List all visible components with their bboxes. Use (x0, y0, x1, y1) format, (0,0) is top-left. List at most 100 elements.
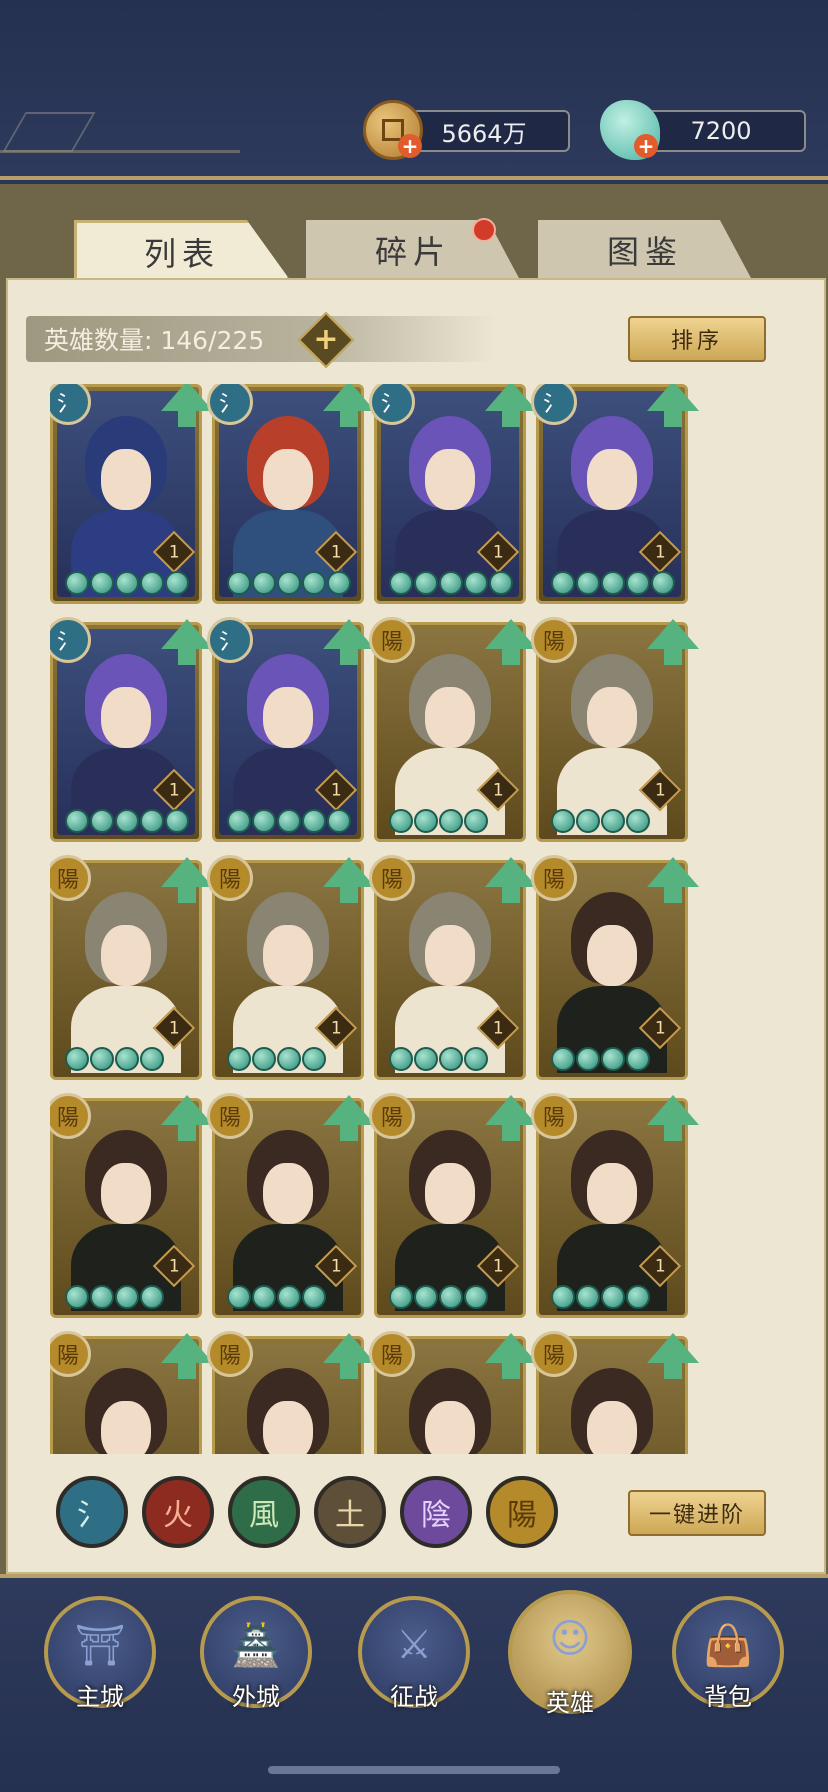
star-rating (551, 1285, 650, 1309)
hero-card[interactable]: 陽1 (369, 855, 537, 1080)
element-badge-icon: 陽 (369, 1331, 415, 1377)
nav-battle[interactable]: ⚔ 征战 (358, 1596, 470, 1711)
star-gem-icon (65, 1047, 89, 1071)
element-filter-row: 氵火風土陰陽 (56, 1476, 596, 1552)
element-filter-wind[interactable]: 風 (228, 1476, 300, 1548)
hero-card[interactable]: 氵1 (369, 384, 537, 604)
hero-card[interactable]: 氵1 (207, 617, 375, 842)
hero-card[interactable]: 陽1 (50, 855, 213, 1080)
star-gem-icon (65, 571, 89, 595)
star-gem-icon (165, 571, 189, 595)
star-gem-icon (601, 1047, 625, 1071)
upgrade-arrow-icon (485, 619, 537, 665)
star-gem-icon (277, 1285, 301, 1309)
star-gem-icon (115, 809, 139, 833)
hero-card[interactable]: 氵1 (50, 384, 213, 604)
star-gem-icon (489, 571, 513, 595)
hero-card[interactable]: 陽1 (207, 855, 375, 1080)
hero-card[interactable]: 陽1 (531, 1093, 699, 1318)
element-filter-yang[interactable]: 陽 (486, 1476, 558, 1548)
hero-face (587, 686, 637, 749)
upgrade-arrow-icon (485, 384, 537, 427)
add-coins-button[interactable]: + (398, 134, 422, 158)
nav-city-gate[interactable]: 🏯 外城 (200, 1596, 312, 1711)
star-rating (389, 809, 488, 833)
hero-card[interactable]: 氵1 (207, 384, 375, 604)
nav-label: 征战 (390, 1683, 438, 1711)
hero-card[interactable]: 陽1 (50, 1093, 213, 1318)
star-rating (551, 571, 675, 595)
star-gem-icon (252, 1285, 276, 1309)
star-gem-icon (439, 809, 463, 833)
hero-card[interactable]: 陽1 (369, 1093, 537, 1318)
hero-card[interactable]: 陽1 (531, 617, 699, 842)
star-gem-icon (389, 571, 413, 595)
star-gem-icon (464, 1047, 488, 1071)
upgrade-arrow-icon (323, 384, 375, 427)
hero-card[interactable]: 陽 (50, 1331, 213, 1454)
star-gem-icon (439, 1285, 463, 1309)
plus-icon: + (313, 322, 339, 357)
star-gem-icon (576, 1285, 600, 1309)
hero-card[interactable]: 陽 (531, 1331, 699, 1454)
element-filter-water[interactable]: 氵 (56, 1476, 128, 1548)
star-gem-icon (277, 571, 301, 595)
element-badge-icon: 陽 (531, 1093, 577, 1139)
home-indicator (268, 1766, 560, 1774)
hero-face (587, 448, 637, 511)
hero-card[interactable]: 陽 (369, 1331, 537, 1454)
star-gem-icon (414, 809, 438, 833)
one-click-advance-button[interactable]: 一键进阶 (628, 1490, 766, 1536)
element-filter-yin[interactable]: 陰 (400, 1476, 472, 1548)
star-gem-icon (252, 1047, 276, 1071)
star-rating (389, 571, 513, 595)
hero-face (101, 1400, 151, 1454)
star-rating (389, 1285, 488, 1309)
star-gem-icon (551, 1285, 575, 1309)
nav-label: 背包 (704, 1683, 752, 1711)
star-gem-icon (551, 809, 575, 833)
star-rating (227, 809, 351, 833)
star-gem-icon (414, 1047, 438, 1071)
upgrade-arrow-icon (161, 1095, 213, 1141)
element-badge-icon: 陽 (531, 617, 577, 663)
nav-bag[interactable]: 👜 背包 (672, 1596, 784, 1711)
star-gem-icon (626, 1047, 650, 1071)
upgrade-arrow-icon (647, 1333, 699, 1379)
upgrade-arrow-icon (485, 1095, 537, 1141)
hero-card[interactable]: 氵1 (531, 384, 699, 604)
star-gem-icon (90, 571, 114, 595)
star-gem-icon (327, 809, 351, 833)
hero-portrait-icon: ☺ (549, 1616, 591, 1662)
star-gem-icon (464, 1285, 488, 1309)
element-filter-earth[interactable]: 土 (314, 1476, 386, 1548)
add-jade-button[interactable]: + (634, 134, 658, 158)
hero-face (263, 686, 313, 749)
nav-palace[interactable]: ⛩ 主城 (44, 1596, 156, 1711)
star-gem-icon (115, 1285, 139, 1309)
upgrade-arrow-icon (161, 619, 213, 665)
hero-face (263, 924, 313, 987)
upgrade-arrow-icon (647, 384, 699, 427)
tab-codex[interactable]: 图鉴 (538, 220, 752, 280)
hero-card[interactable]: 陽1 (369, 617, 537, 842)
star-gem-icon (464, 571, 488, 595)
star-rating (227, 571, 351, 595)
hero-face (587, 1162, 637, 1225)
star-gem-icon (302, 809, 326, 833)
hero-face (101, 924, 151, 987)
hero-card[interactable]: 陽1 (531, 855, 699, 1080)
hero-card[interactable]: 氵1 (50, 617, 213, 842)
element-filter-fire[interactable]: 火 (142, 1476, 214, 1548)
star-rating (65, 571, 189, 595)
nav-hero-portrait[interactable]: ☺ 英雄 (508, 1590, 632, 1717)
star-gem-icon (140, 1047, 164, 1071)
star-gem-icon (576, 571, 600, 595)
upgrade-arrow-icon (647, 857, 699, 903)
star-gem-icon (551, 1047, 575, 1071)
jade-balance: 7200 (636, 110, 806, 152)
hero-card[interactable]: 陽1 (207, 1093, 375, 1318)
hero-card[interactable]: 陽 (207, 1331, 375, 1454)
sort-button[interactable]: 排序 (628, 316, 766, 362)
hero-face (101, 448, 151, 511)
